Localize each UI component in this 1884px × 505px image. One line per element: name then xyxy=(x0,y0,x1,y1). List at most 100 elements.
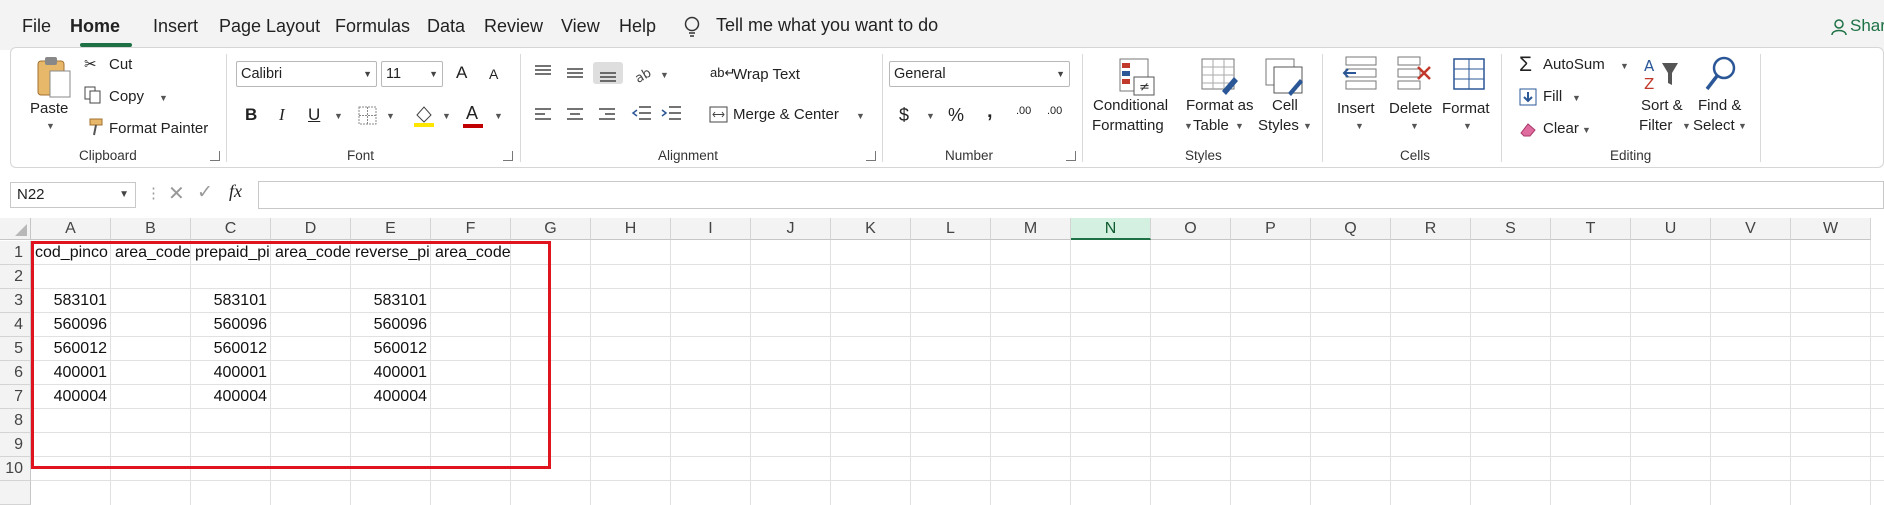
comma-button[interactable]: ‚ xyxy=(987,100,993,123)
format-as-table-label-1[interactable]: Format as xyxy=(1186,96,1254,116)
orientation-dropdown-icon[interactable]: ▼ xyxy=(660,70,669,80)
confirm-entry-icon[interactable]: ✓ xyxy=(197,181,213,204)
column-header-n[interactable]: N xyxy=(1071,218,1151,240)
font-color-dropdown-icon[interactable]: ▼ xyxy=(494,111,503,121)
tell-me-search[interactable]: Tell me what you want to do xyxy=(716,15,938,36)
row-header-6[interactable]: 6 xyxy=(0,361,31,385)
decrease-decimal-button[interactable]: .00 xyxy=(1047,105,1062,117)
name-box[interactable]: N22 ▼ xyxy=(10,182,136,208)
cell-styles-dropdown-icon[interactable]: ▼ xyxy=(1303,121,1312,131)
copy-dropdown-icon[interactable]: ▼ xyxy=(159,93,168,103)
indent-icons[interactable] xyxy=(631,104,687,126)
column-header-s[interactable]: S xyxy=(1471,218,1551,240)
row-header-5[interactable]: 5 xyxy=(0,337,31,361)
borders-dropdown-icon[interactable]: ▼ xyxy=(386,111,395,121)
number-format-combo[interactable]: General ▼ xyxy=(889,61,1070,87)
clear-button[interactable]: Clear xyxy=(1543,120,1579,137)
column-header-p[interactable]: P xyxy=(1231,218,1311,240)
fill-color-dropdown-icon[interactable]: ▼ xyxy=(442,111,451,121)
column-header-q[interactable]: Q xyxy=(1311,218,1391,240)
row-header-7[interactable]: 7 xyxy=(0,385,31,409)
row-header-1[interactable]: 1 xyxy=(0,241,31,265)
menu-data[interactable]: Data xyxy=(427,16,465,37)
number-launcher-icon[interactable] xyxy=(1066,151,1076,161)
menu-page-layout[interactable]: Page Layout xyxy=(219,16,320,37)
insert-dropdown-icon[interactable]: ▼ xyxy=(1355,121,1364,131)
format-as-table-label-2[interactable]: Table xyxy=(1193,116,1229,136)
row-header-9[interactable]: 9 xyxy=(0,433,31,457)
merge-center-button[interactable]: Merge & Center xyxy=(733,106,839,123)
wrap-text-button[interactable]: Wrap Text xyxy=(733,66,800,83)
merge-dropdown-icon[interactable]: ▼ xyxy=(856,111,865,121)
menu-file[interactable]: File xyxy=(22,16,51,37)
currency-button[interactable]: $ xyxy=(899,105,909,126)
row-header-8[interactable]: 8 xyxy=(0,409,31,433)
fill-button[interactable]: Fill xyxy=(1543,88,1562,105)
shrink-font-button[interactable]: A xyxy=(489,66,498,82)
fill-dropdown-icon[interactable]: ▼ xyxy=(1572,93,1581,103)
conditional-dropdown-icon[interactable]: ▼ xyxy=(1184,121,1193,131)
cell-styles-label-1[interactable]: Cell xyxy=(1272,96,1298,116)
row-header-4[interactable]: 4 xyxy=(0,313,31,337)
column-header-c[interactable]: C xyxy=(191,218,271,240)
select-all-button[interactable] xyxy=(0,218,31,240)
format-dropdown-icon[interactable]: ▼ xyxy=(1463,121,1472,131)
column-header-d[interactable]: D xyxy=(271,218,351,240)
conditional-formatting-label-2[interactable]: Formatting xyxy=(1092,116,1164,136)
format-cells-button[interactable]: Format xyxy=(1442,99,1490,119)
sort-filter-label-2[interactable]: Filter xyxy=(1639,116,1672,136)
menu-review[interactable]: Review xyxy=(484,16,543,37)
format-painter-button[interactable]: Format Painter xyxy=(109,120,208,137)
column-header-h[interactable]: H xyxy=(591,218,671,240)
clipboard-launcher-icon[interactable] xyxy=(210,151,220,161)
find-dropdown-icon[interactable]: ▼ xyxy=(1738,121,1747,131)
currency-dropdown-icon[interactable]: ▼ xyxy=(926,111,935,121)
orientation-icon[interactable]: ab xyxy=(632,64,654,84)
menu-insert[interactable]: Insert xyxy=(153,16,198,37)
column-header-m[interactable]: M xyxy=(991,218,1071,240)
cell-styles-label-2[interactable]: Styles xyxy=(1258,116,1299,136)
share-button[interactable]: Shar xyxy=(1850,16,1884,36)
menu-help[interactable]: Help xyxy=(619,16,656,37)
column-header-r[interactable]: R xyxy=(1391,218,1471,240)
font-size-combo[interactable]: 11 ▼ xyxy=(381,61,443,87)
format-table-dropdown-icon[interactable]: ▼ xyxy=(1235,121,1244,131)
column-header-g[interactable]: G xyxy=(511,218,591,240)
autosum-dropdown-icon[interactable]: ▼ xyxy=(1620,61,1629,71)
font-name-combo[interactable]: Calibri ▼ xyxy=(236,61,377,87)
underline-dropdown-icon[interactable]: ▼ xyxy=(334,111,343,121)
alignment-launcher-icon[interactable] xyxy=(866,151,876,161)
increase-decimal-button[interactable]: .00 xyxy=(1016,105,1031,117)
column-header-i[interactable]: I xyxy=(671,218,751,240)
insert-cells-button[interactable]: Insert xyxy=(1337,99,1375,119)
find-select-label-1[interactable]: Find & xyxy=(1698,96,1741,116)
conditional-formatting-label-1[interactable]: Conditional xyxy=(1093,96,1168,116)
underline-button[interactable]: U xyxy=(308,105,320,125)
column-header-b[interactable]: B xyxy=(111,218,191,240)
paste-dropdown-icon[interactable]: ▼ xyxy=(46,121,55,131)
column-header-k[interactable]: K xyxy=(831,218,911,240)
sort-dropdown-icon[interactable]: ▼ xyxy=(1682,121,1691,131)
column-header-j[interactable]: J xyxy=(751,218,831,240)
column-header-a[interactable]: A xyxy=(31,218,111,240)
font-color-button[interactable]: A xyxy=(466,103,478,124)
delete-cells-button[interactable]: Delete xyxy=(1389,99,1432,119)
copy-button[interactable]: Copy xyxy=(109,88,144,105)
percent-button[interactable]: % xyxy=(948,105,964,126)
menu-home[interactable]: Home xyxy=(70,16,120,37)
column-header-f[interactable]: F xyxy=(431,218,511,240)
delete-dropdown-icon[interactable]: ▼ xyxy=(1410,121,1419,131)
grow-font-button[interactable]: A xyxy=(456,63,467,83)
column-header-e[interactable]: E xyxy=(351,218,431,240)
column-header-o[interactable]: O xyxy=(1151,218,1231,240)
find-select-label-2[interactable]: Select xyxy=(1693,116,1735,136)
column-header-v[interactable]: V xyxy=(1711,218,1791,240)
paste-button[interactable]: Paste xyxy=(30,99,68,119)
autosum-button[interactable]: AutoSum xyxy=(1543,56,1605,73)
vertical-align-icons[interactable] xyxy=(533,62,629,84)
bold-button[interactable]: B xyxy=(245,105,257,125)
column-header-l[interactable]: L xyxy=(911,218,991,240)
clear-dropdown-icon[interactable]: ▼ xyxy=(1582,125,1591,135)
row-header-10[interactable]: 10 xyxy=(0,457,31,481)
row-header-2[interactable]: 2 xyxy=(0,265,31,289)
